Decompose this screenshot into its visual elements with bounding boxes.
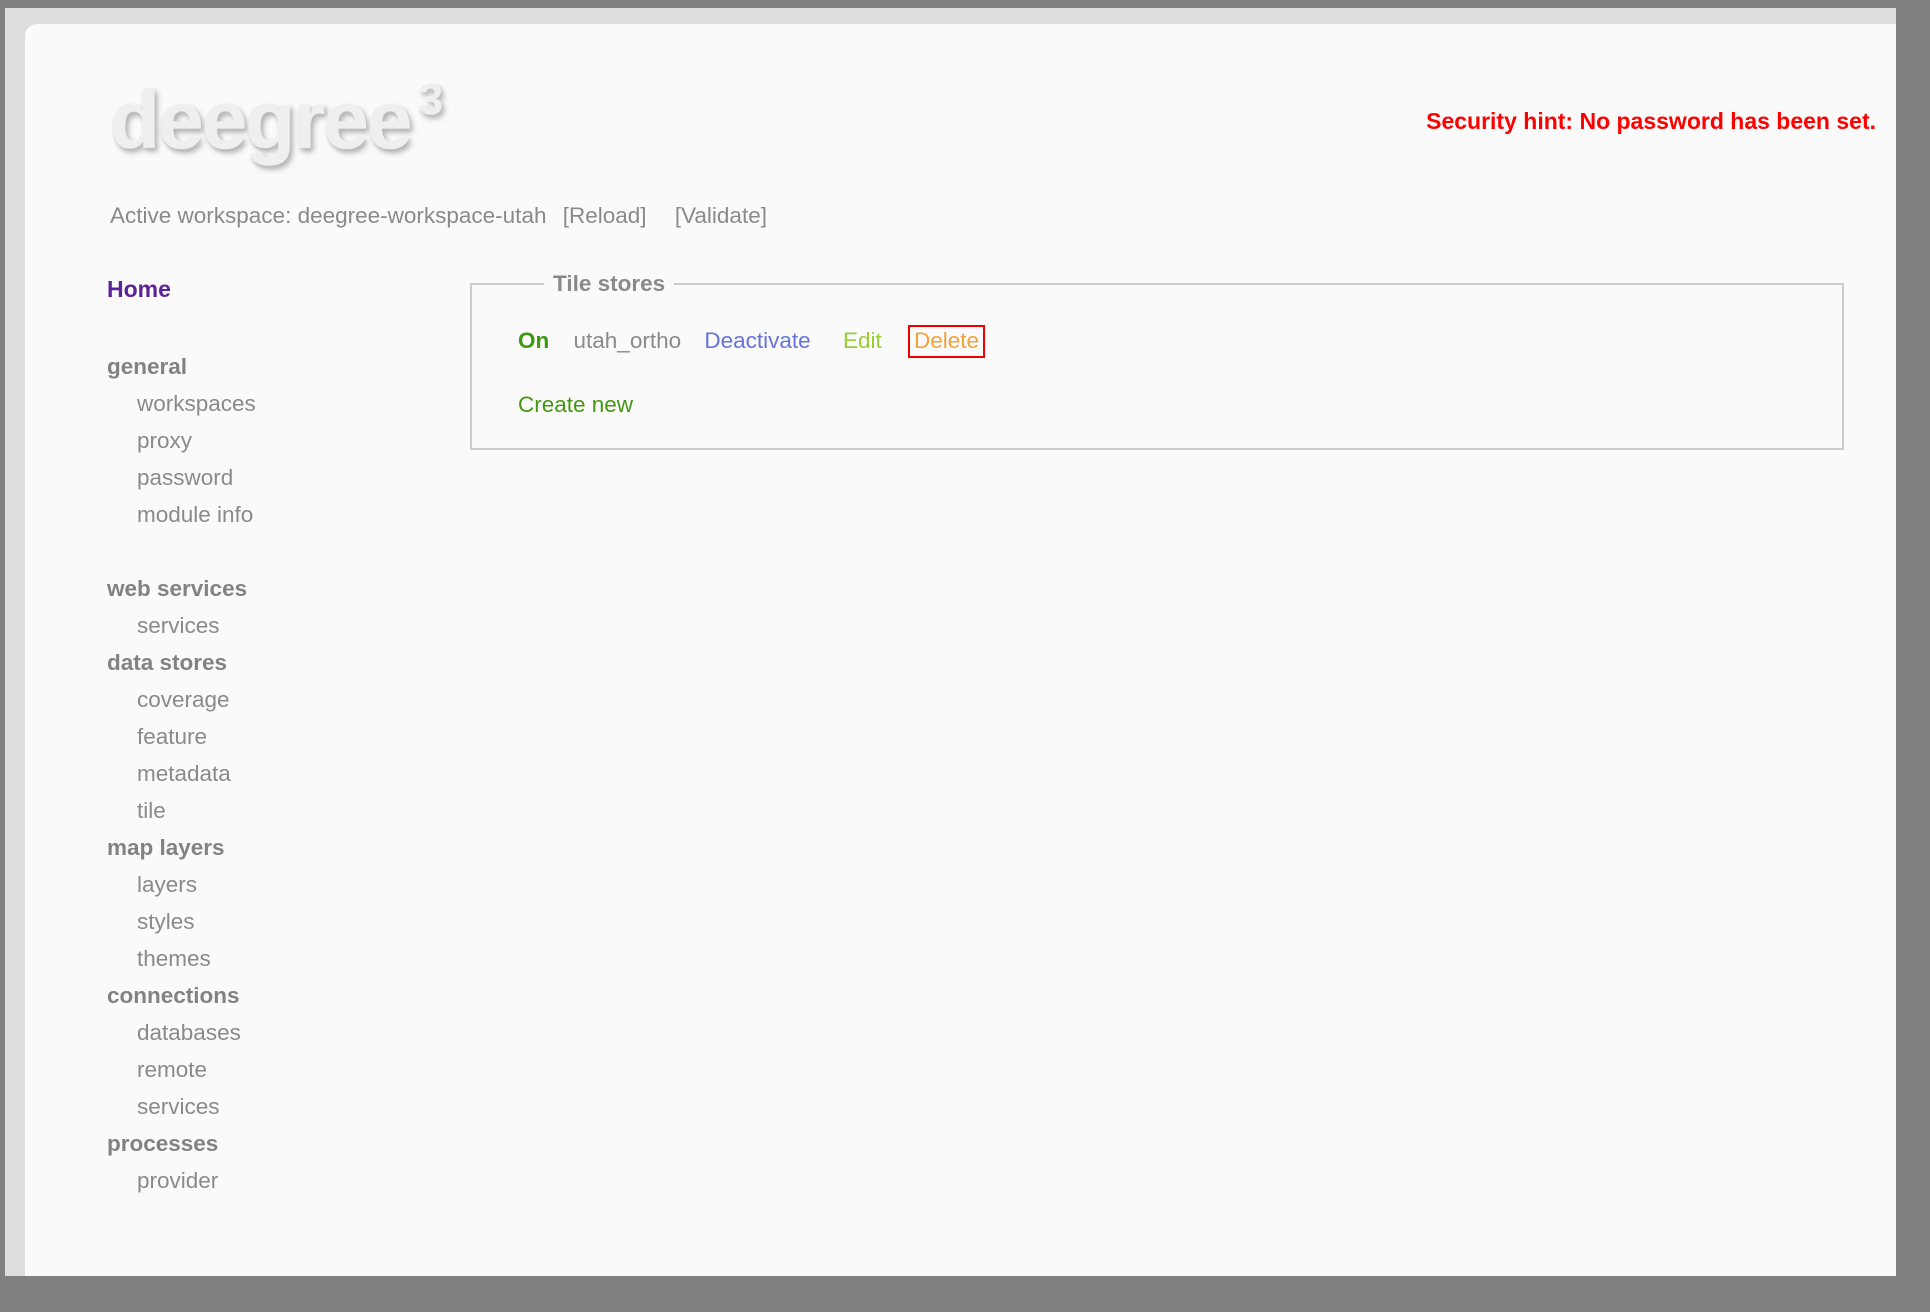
sidebar-item-connection-services[interactable]: services — [107, 1088, 470, 1125]
validate-link[interactable]: [Validate] — [675, 203, 767, 228]
sidebar-group-web-services: web services services — [107, 570, 470, 644]
active-workspace-line: Active workspace: deegree-workspace-utah… — [110, 203, 767, 229]
deactivate-link[interactable]: Deactivate — [704, 328, 810, 353]
sidebar-group-data-stores: data stores coverage feature metadata ti… — [107, 644, 470, 829]
sidebar-nav: Home general workspaces proxy password m… — [25, 271, 470, 1199]
sidebar-item-module-info[interactable]: module info — [107, 496, 470, 533]
sidebar-item-databases[interactable]: databases — [107, 1014, 470, 1051]
sidebar-item-home[interactable]: Home — [107, 271, 470, 308]
sidebar-item-tile[interactable]: tile — [107, 792, 470, 829]
create-new-link[interactable]: Create new — [518, 392, 633, 418]
sidebar-group-general: general workspaces proxy password module… — [107, 348, 470, 533]
sidebar-item-coverage[interactable]: coverage — [107, 681, 470, 718]
page-panel: deegree 3 Security hint: No password has … — [25, 24, 1896, 1276]
sidebar-group-label-connections: connections — [107, 983, 240, 1008]
sidebar-item-layers[interactable]: layers — [107, 866, 470, 903]
sidebar-item-workspaces[interactable]: workspaces — [107, 385, 470, 422]
sidebar-item-styles[interactable]: styles — [107, 903, 470, 940]
sidebar-group-connections: connections databases remote services — [107, 977, 470, 1125]
main-content: Tile stores On utah_ortho Deactivate Edi… — [470, 271, 1844, 450]
content-row: Home general workspaces proxy password m… — [25, 271, 1896, 1199]
sidebar-item-remote[interactable]: remote — [107, 1051, 470, 1088]
sidebar-item-password[interactable]: password — [107, 459, 470, 496]
delete-link[interactable]: Delete — [908, 325, 986, 358]
sidebar-group-label-data-stores: data stores — [107, 650, 228, 675]
store-status-badge: On — [518, 328, 550, 353]
reload-link[interactable]: [Reload] — [563, 203, 647, 228]
sidebar-group-label-general: general — [107, 354, 188, 379]
sidebar-group-processes: processes provider — [107, 1125, 470, 1199]
security-hint: Security hint: No password has been set. — [1426, 108, 1876, 134]
active-workspace-label: Active workspace: deegree-workspace-utah — [110, 203, 547, 228]
sidebar-item-metadata[interactable]: metadata — [107, 755, 470, 792]
deegree-logo: deegree 3 — [110, 74, 444, 168]
sidebar-group-label-web-services: web services — [107, 576, 248, 601]
window-background: deegree 3 Security hint: No password has … — [5, 8, 1896, 1276]
sidebar-item-themes[interactable]: themes — [107, 940, 470, 977]
edit-link[interactable]: Edit — [843, 328, 882, 353]
sidebar-item-feature[interactable]: feature — [107, 718, 470, 755]
sidebar-item-provider[interactable]: provider — [107, 1162, 470, 1199]
sidebar-item-proxy[interactable]: proxy — [107, 422, 470, 459]
tile-stores-legend: Tile stores — [553, 271, 666, 296]
sidebar-item-services[interactable]: services — [107, 607, 470, 644]
sidebar-group-label-processes: processes — [107, 1131, 219, 1156]
sidebar-group-map-layers: map layers layers styles themes — [107, 829, 470, 977]
tile-stores-fieldset: Tile stores On utah_ortho Deactivate Edi… — [470, 271, 1844, 450]
tile-store-row: On utah_ortho Deactivate Edit Delete — [518, 325, 1842, 358]
store-name: utah_ortho — [573, 328, 682, 353]
sidebar-group-label-map-layers: map layers — [107, 835, 225, 860]
logo-superscript: 3 — [418, 75, 444, 124]
logo-text: deegree — [110, 75, 413, 166]
